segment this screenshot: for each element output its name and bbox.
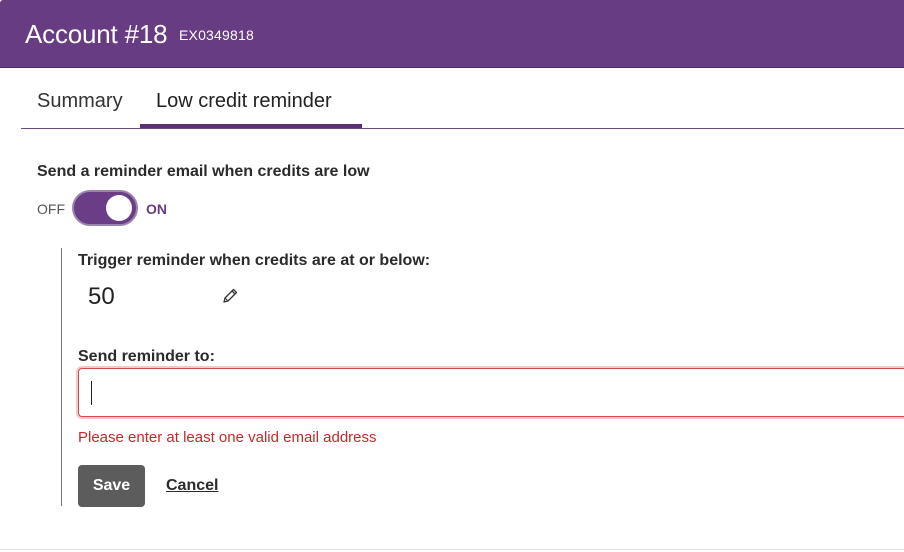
threshold-label: Trigger reminder when credits are at or … xyxy=(78,252,431,269)
tab-low-credit-reminder[interactable]: Low credit reminder xyxy=(156,88,332,114)
toggle-on-label: ON xyxy=(146,201,167,217)
active-tab-indicator xyxy=(140,124,362,128)
cancel-link[interactable]: Cancel xyxy=(166,476,218,496)
text-caret xyxy=(91,381,92,405)
tab-bar: Summary Low credit reminder xyxy=(21,68,904,129)
account-header: Account #18 EX0349818 xyxy=(0,0,904,68)
toggle-knob xyxy=(106,195,132,221)
send-to-label: Send reminder to: xyxy=(78,348,215,365)
bottom-divider xyxy=(0,549,904,550)
save-button[interactable]: Save xyxy=(78,465,145,507)
email-error-message: Please enter at least one valid email ad… xyxy=(78,429,377,446)
pencil-icon[interactable] xyxy=(221,287,239,305)
email-field[interactable] xyxy=(78,368,904,417)
page-title: Account #18 xyxy=(25,19,168,49)
toggle-off-label: OFF xyxy=(37,201,65,217)
reminder-toggle[interactable] xyxy=(72,190,138,226)
tab-summary[interactable]: Summary xyxy=(37,88,123,114)
account-id: EX0349818 xyxy=(179,27,254,43)
threshold-value: 50 xyxy=(88,283,115,310)
section-divider xyxy=(61,248,62,506)
reminder-heading: Send a reminder email when credits are l… xyxy=(37,163,370,180)
